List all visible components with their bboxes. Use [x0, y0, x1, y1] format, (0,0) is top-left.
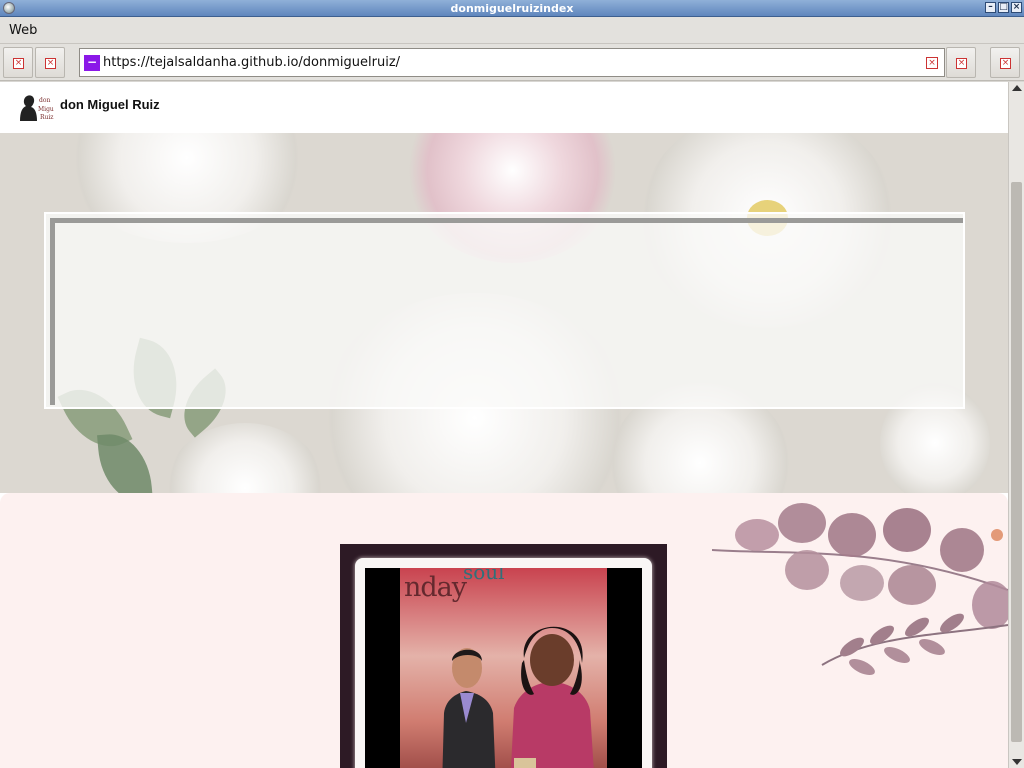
- site-brand[interactable]: don Miguel Ruiz: [60, 97, 160, 112]
- web-viewport[interactable]: don Miguel Ruiz don Miguel Ruiz: [0, 82, 1008, 768]
- browser-toolbar: × × − https://tejalsaldanha.github.io/do…: [0, 44, 1024, 81]
- featured-photo[interactable]: nday soul: [365, 568, 642, 768]
- minimize-icon[interactable]: –: [985, 2, 996, 13]
- svg-text:Ruiz: Ruiz: [40, 114, 53, 121]
- scroll-up-icon[interactable]: [1012, 85, 1022, 91]
- site-security-icon[interactable]: −: [84, 55, 100, 71]
- featured-section: nday soul: [0, 493, 1008, 768]
- scroll-down-icon[interactable]: [1012, 759, 1022, 765]
- missing-icon: ×: [956, 58, 967, 69]
- photo-sign-text: nday: [404, 572, 467, 603]
- photo-scene: nday soul: [400, 568, 607, 768]
- missing-icon: ×: [45, 58, 56, 69]
- window-title: donmiguelruizindex: [450, 2, 574, 15]
- url-field[interactable]: − https://tejalsaldanha.github.io/donmig…: [79, 48, 945, 77]
- url-text[interactable]: https://tejalsaldanha.github.io/donmigue…: [103, 55, 400, 70]
- eucalyptus-decoration-icon: [712, 503, 1008, 676]
- svg-text:Miguel: Miguel: [38, 106, 54, 113]
- menu-web[interactable]: Web: [9, 23, 37, 38]
- maximize-icon[interactable]: □: [998, 2, 1009, 13]
- svg-text:don: don: [39, 97, 50, 104]
- person-figure-icon: [442, 648, 496, 768]
- site-header: don Miguel Ruiz don Miguel Ruiz: [0, 82, 1008, 133]
- menu-bar: Web: [0, 17, 1024, 44]
- window-title-bar: donmiguelruizindex – □ ×: [0, 0, 1024, 17]
- missing-icon: ×: [13, 58, 24, 69]
- close-icon[interactable]: ×: [1011, 2, 1022, 13]
- clear-url-icon[interactable]: ×: [926, 57, 938, 69]
- missing-icon: ×: [1000, 58, 1011, 69]
- hero-frame-inner: [50, 218, 963, 405]
- window-menu-icon[interactable]: [3, 2, 15, 14]
- leaf-decoration: [97, 430, 153, 493]
- flower-decoration: [165, 423, 325, 493]
- photo-card[interactable]: nday soul: [355, 558, 652, 768]
- back-button[interactable]: ×: [3, 47, 33, 78]
- vertical-scrollbar[interactable]: [1008, 82, 1024, 768]
- forward-button[interactable]: ×: [35, 47, 65, 78]
- photo-sign-text: soul: [463, 568, 505, 584]
- scrollbar-thumb[interactable]: [1011, 182, 1022, 742]
- reload-button[interactable]: ×: [946, 47, 976, 78]
- hero-section: [0, 133, 1008, 493]
- site-logo-icon[interactable]: don Miguel Ruiz: [16, 92, 54, 122]
- window-controls: – □ ×: [985, 2, 1022, 13]
- hero-frame: [44, 212, 965, 409]
- browser-menu-button[interactable]: ×: [990, 47, 1020, 78]
- photo-frame: nday soul: [340, 544, 667, 768]
- person-figure-icon: [511, 626, 594, 768]
